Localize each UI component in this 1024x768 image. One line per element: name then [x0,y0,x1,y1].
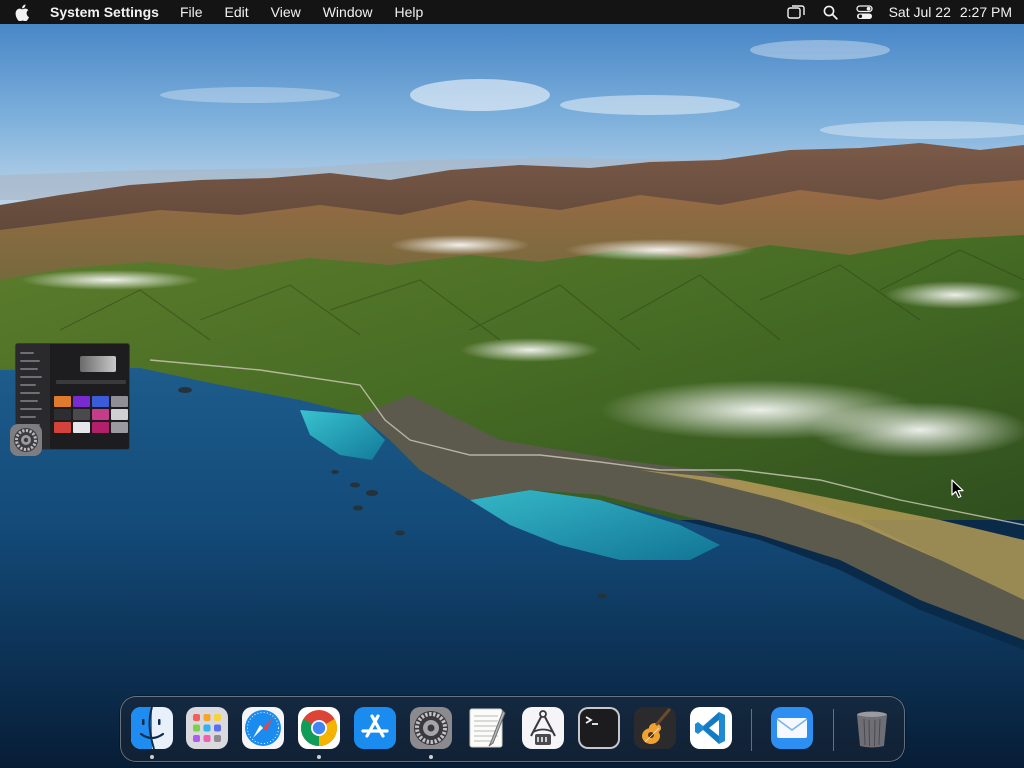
mouse-pointer-icon [951,479,965,499]
finder-icon[interactable] [130,706,174,750]
menu-bar: System Settings File Edit View Window He… [0,0,1024,24]
thumbnail-tile [54,409,71,420]
apple-menu-icon[interactable] [14,3,30,21]
menu-edit[interactable]: Edit [225,0,249,24]
textedit-icon[interactable] [465,706,509,750]
thumbnail-tile [73,422,90,433]
thumbnail-tile [92,409,109,420]
thumbnail-row [20,408,42,410]
app-name-menu[interactable]: System Settings [50,0,159,24]
thumbnail-row [20,416,36,418]
terminal-icon[interactable] [577,706,621,750]
dock-separator [751,709,752,751]
menu-help[interactable]: Help [395,0,424,24]
system-information-icon[interactable] [521,706,565,750]
thumbnail-tile [111,422,128,433]
launchpad-icon[interactable] [185,706,229,750]
thumbnail-row [20,352,34,354]
dock [120,696,905,762]
window-manager-icon[interactable] [786,0,805,24]
chrome-icon[interactable] [297,706,341,750]
running-indicator-dot [150,755,154,759]
thumbnail-row [20,360,40,362]
thumbnail-tile [54,396,71,407]
thumbnail-tile [73,409,90,420]
thumbnail-row [20,384,36,386]
menubar-date[interactable]: Sat Jul 22 [889,4,951,20]
thumbnail-tile [92,396,109,407]
desktop-wallpaper [0,0,1024,768]
safari-icon[interactable] [241,706,285,750]
thumbnail-tile [54,422,71,433]
thumbnail-row [20,400,38,402]
vscode-icon[interactable] [689,706,733,750]
menu-view[interactable]: View [271,0,301,24]
thumbnail-tile [111,409,128,420]
thumbnail-row [20,376,42,378]
menu-window[interactable]: Window [323,0,373,24]
system-settings-icon[interactable] [409,706,453,750]
thumbnail-preview-image [80,356,116,372]
app-store-icon[interactable] [353,706,397,750]
menu-file[interactable]: File [180,0,203,24]
thumbnail-wallpaper-grid [54,396,128,433]
system-settings-gear-icon[interactable] [9,423,43,457]
garageband-icon[interactable] [633,706,677,750]
thumbnail-tile [111,396,128,407]
mail-icon[interactable] [770,706,814,750]
running-indicator-dot [317,755,321,759]
thumbnail-row [20,392,40,394]
thumbnail-tile [73,396,90,407]
spotlight-search-icon[interactable] [823,0,838,24]
menubar-time[interactable]: 2:27 PM [960,4,1012,20]
control-center-icon[interactable] [855,0,873,24]
thumbnail-tile [92,422,109,433]
thumbnail-toolbar [56,380,126,384]
dock-separator [833,709,834,751]
trash-icon[interactable] [850,706,894,750]
running-indicator-dot [429,755,433,759]
thumbnail-row [20,368,38,370]
